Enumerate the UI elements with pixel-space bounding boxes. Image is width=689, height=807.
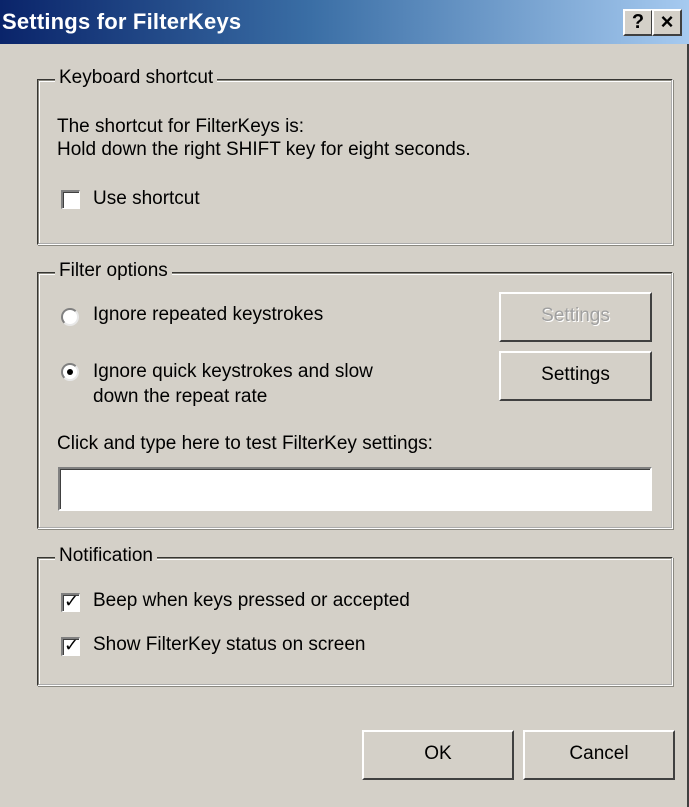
test-field-label: Click and type here to test FilterKey se…	[57, 433, 433, 454]
help-button[interactable]: ?	[623, 9, 653, 36]
keyboard-shortcut-group: Keyboard shortcut The shortcut for Filte…	[37, 67, 673, 245]
ignore-quick-label-line2[interactable]: down the repeat rate	[93, 386, 267, 408]
beep-checkbox[interactable]: ✓	[61, 591, 80, 612]
settings-button[interactable]: Settings	[499, 351, 652, 401]
use-shortcut-checkbox[interactable]	[61, 190, 80, 209]
ignore-quick-label-line1[interactable]: Ignore quick keystrokes and slow	[93, 361, 373, 383]
beep-label[interactable]: Beep when keys pressed or accepted	[93, 590, 410, 612]
settings-button-disabled[interactable]: Settings	[499, 292, 652, 342]
ignore-repeated-label[interactable]: Ignore repeated keystrokes	[93, 304, 323, 326]
cancel-button[interactable]: Cancel	[523, 730, 675, 780]
window-title: Settings for FilterKeys	[2, 9, 242, 34]
close-button[interactable]: ×	[652, 9, 682, 36]
shortcut-description-line1: The shortcut for FilterKeys is:	[57, 116, 305, 137]
title-bar[interactable]: Settings for FilterKeys ? ×	[0, 0, 689, 44]
notification-group: Notification ✓ Beep when keys pressed or…	[37, 545, 673, 686]
checkmark-icon: ✓	[64, 635, 80, 655]
checkmark-icon: ✓	[64, 591, 80, 611]
keyboard-shortcut-legend: Keyboard shortcut	[55, 67, 218, 89]
ignore-repeated-radio[interactable]	[61, 308, 79, 326]
ignore-quick-radio[interactable]	[61, 363, 79, 381]
radio-selected-dot	[67, 369, 73, 375]
filter-options-legend: Filter options	[55, 260, 172, 282]
ok-button[interactable]: OK	[362, 730, 514, 780]
use-shortcut-label[interactable]: Use shortcut	[93, 188, 200, 210]
notification-legend: Notification	[55, 545, 157, 567]
filterkey-test-input[interactable]	[58, 467, 652, 511]
shortcut-description-line2: Hold down the right SHIFT key for eight …	[57, 139, 471, 160]
filterkeys-settings-dialog: Settings for FilterKeys ? × Keyboard sho…	[0, 0, 689, 807]
filter-options-group: Filter options Ignore repeated keystroke…	[37, 260, 673, 529]
show-status-checkbox[interactable]: ✓	[61, 635, 80, 656]
show-status-label[interactable]: Show FilterKey status on screen	[93, 634, 365, 656]
